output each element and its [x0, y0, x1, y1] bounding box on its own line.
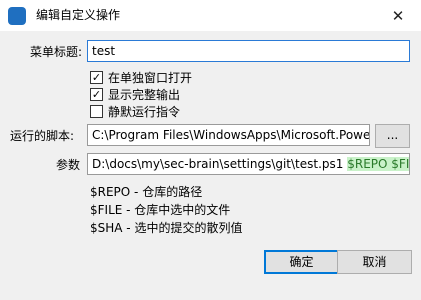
option-separate-window[interactable]: ✓ 在单独窗口打开 [90, 69, 192, 85]
checkbox-separate-window[interactable]: ✓ [90, 70, 103, 84]
title-bar: 编辑自定义操作 ✕ [0, 0, 421, 31]
ok-button[interactable]: 确定 [264, 250, 339, 274]
app-icon [8, 7, 26, 25]
hint-repo: $REPO - 仓库的路径 [90, 185, 203, 199]
option-silent-run-label: 静默运行指令 [108, 104, 181, 119]
menu-title-label: 菜单标题: [30, 45, 83, 59]
checkbox-full-output[interactable]: ✓ [90, 87, 103, 101]
window-title: 编辑自定义操作 [36, 8, 121, 22]
menu-title-input[interactable]: test [87, 40, 410, 62]
script-path-input[interactable]: C:\Program Files\WindowsApps\Microsoft.P… [87, 124, 370, 146]
params-value: D:\docs\my\sec-brain\settings\git\test.p… [92, 157, 348, 171]
hint-file: $FILE - 仓库中选中的文件 [90, 203, 231, 217]
option-full-output[interactable]: ✓ 显示完整输出 [90, 86, 180, 102]
checkbox-silent-run[interactable] [90, 104, 103, 118]
params-highlight: $REPO $FILE [347, 157, 409, 171]
option-separate-window-label: 在单独窗口打开 [108, 70, 193, 85]
close-button[interactable]: ✕ [375, 0, 421, 31]
menu-title-value: test [92, 44, 116, 58]
script-path-value: C:\Program Files\WindowsApps\Microsoft.P… [92, 128, 370, 142]
cancel-button[interactable]: 取消 [337, 250, 412, 274]
option-silent-run[interactable]: 静默运行指令 [90, 103, 180, 119]
option-full-output-label: 显示完整输出 [108, 87, 181, 102]
params-label: 参数 [56, 158, 81, 172]
close-icon: ✕ [391, 6, 405, 25]
script-label: 运行的脚本: [10, 129, 75, 143]
params-input[interactable]: D:\docs\my\sec-brain\settings\git\test.p… [87, 153, 410, 175]
browse-button[interactable]: ... [375, 124, 410, 148]
hint-sha: $SHA - 选中的提交的散列值 [90, 221, 243, 235]
